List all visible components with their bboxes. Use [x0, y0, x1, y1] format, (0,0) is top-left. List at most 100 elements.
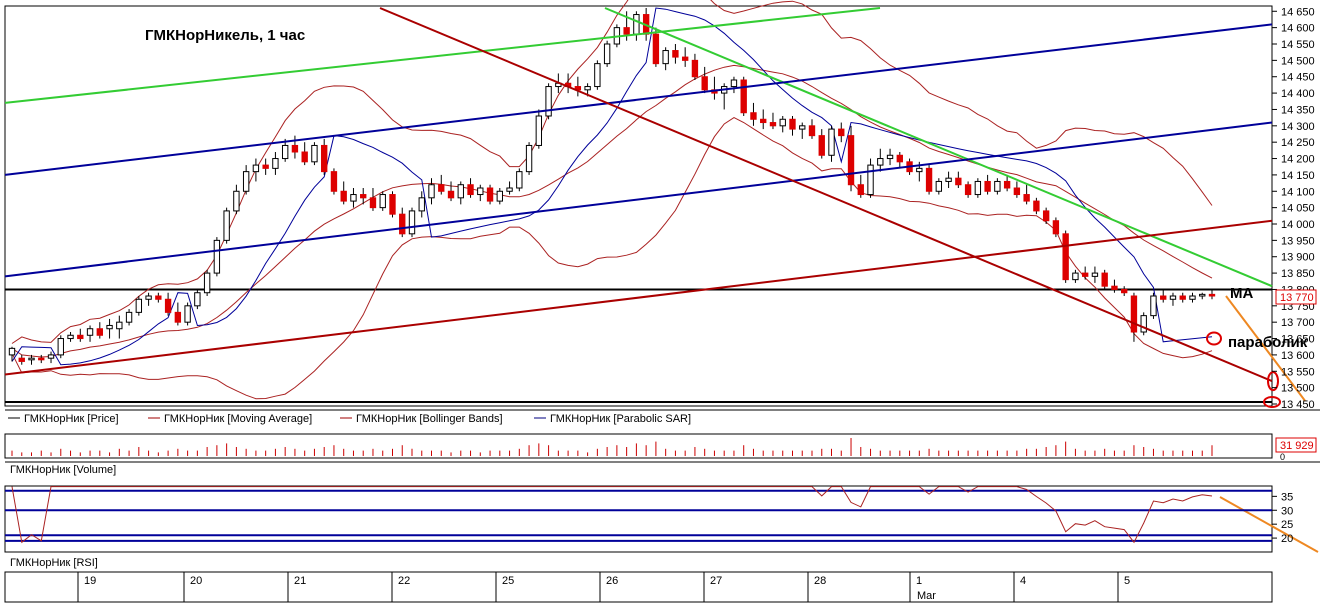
candle-body: [896, 154, 903, 163]
candle-body: [1179, 295, 1186, 300]
candle-body: [457, 184, 464, 199]
candle-body: [447, 190, 455, 199]
candle-body: [67, 334, 74, 340]
candle-body: [828, 128, 835, 156]
y-tick-label: 13 500: [1281, 383, 1315, 395]
y-tick-label: 14 650: [1281, 6, 1315, 18]
candle-body: [886, 154, 894, 160]
candle-body: [145, 295, 152, 300]
candle-body: [125, 311, 133, 323]
candle-body: [1052, 220, 1060, 235]
candle-body: [867, 164, 874, 196]
candle-body: [1023, 194, 1030, 202]
rsi-label: ГМКНорНик [RSI]: [10, 557, 98, 569]
candle-body: [116, 321, 123, 330]
y-tick-label: 14 000: [1281, 219, 1315, 231]
volume-panel: [11, 438, 1213, 456]
y-tick-label: 14 550: [1281, 39, 1315, 51]
y-tick-label: 14 350: [1281, 104, 1315, 116]
y-tick-label: 13 700: [1281, 317, 1315, 329]
chart: 14 65014 60014 55014 50014 45014 40014 3…: [4, 0, 1320, 603]
candle-body: [321, 144, 328, 173]
candle-body: [1003, 180, 1011, 189]
candle-body: [1189, 295, 1196, 300]
candle-body: [272, 158, 279, 169]
last-price-value: 13 770: [1280, 292, 1314, 304]
ma-annotation: МА: [1230, 285, 1253, 302]
y-tick-label: 13 450: [1281, 399, 1315, 411]
bollinger-upper-line: [11, 0, 1213, 344]
candle-body: [28, 357, 35, 361]
candle-body: [838, 128, 845, 137]
candle-body: [506, 187, 513, 192]
month-label: Mar: [917, 590, 936, 602]
candle-body: [789, 118, 796, 130]
candle-body: [1081, 272, 1089, 277]
y-tick-label: 13 850: [1281, 268, 1315, 280]
candle-body: [408, 210, 416, 235]
candle-body: [418, 197, 425, 212]
candle-body: [594, 63, 601, 88]
candle-body: [360, 194, 367, 199]
candle-body: [350, 194, 357, 202]
candle-body: [194, 292, 201, 307]
candle-body: [955, 177, 962, 186]
candle-body: [1169, 295, 1177, 300]
candle-body: [1140, 315, 1147, 333]
legend-sar: ГМКНорНик [Parabolic SAR]: [550, 413, 691, 425]
candle-body: [1042, 210, 1050, 222]
candle-body: [984, 180, 991, 192]
moving-average-line: [11, 64, 1213, 358]
candle-body: [184, 305, 191, 323]
candle-body: [399, 213, 406, 235]
candle-body: [18, 357, 25, 362]
time-tick-label: 26: [606, 575, 618, 587]
candle-body: [603, 43, 611, 65]
candle-body: [652, 33, 660, 65]
y-tick-label: 14 050: [1281, 203, 1315, 215]
sar-highlight-circle: [1206, 331, 1222, 346]
candle-body: [1062, 233, 1069, 281]
legend-ma: ГМКНорНик [Moving Average]: [164, 413, 312, 425]
y-tick-label: 13 900: [1281, 252, 1315, 264]
candle-body: [525, 144, 533, 173]
green-descending-trendline: [604, 7, 1273, 288]
candle-body: [77, 334, 84, 340]
candle-body: [994, 180, 1001, 192]
candle-body: [281, 144, 289, 160]
candle-body: [242, 171, 250, 192]
candle-body: [808, 125, 816, 137]
rsi-tick-label: 30: [1281, 505, 1293, 517]
y-tick-label: 14 250: [1281, 137, 1315, 149]
volume-label: ГМКНорНик [Volume]: [10, 464, 116, 476]
y-tick-label: 14 600: [1281, 23, 1315, 35]
y-tick-label: 14 100: [1281, 186, 1315, 198]
candle-body: [223, 210, 230, 241]
y-tick-label: 14 200: [1281, 154, 1315, 166]
chart-title: ГМКНорНикель, 1 час: [145, 27, 305, 44]
candle-body: [584, 86, 591, 91]
candle-body: [369, 197, 377, 209]
time-tick-label: 21: [294, 575, 306, 587]
candle-body: [1199, 293, 1206, 297]
candle-body: [701, 76, 708, 91]
red-descending-line: [379, 7, 1273, 383]
parabolic-annotation: параболик: [1228, 334, 1308, 351]
time-axis: 19 20 21 22 25 26 27 28 1 4 5: [77, 572, 1130, 602]
candle-body: [681, 56, 689, 61]
y-tick-label: 14 450: [1281, 72, 1315, 84]
candle-body: [672, 50, 679, 58]
time-tick-label: 22: [398, 575, 410, 587]
candle-body: [740, 79, 747, 114]
candle-body: [311, 144, 318, 163]
candle-body: [857, 184, 864, 196]
legend-price: ГМКНорНик [Price]: [24, 413, 119, 425]
candle-body: [262, 164, 269, 169]
volume-last-value: 31 929: [1280, 440, 1314, 452]
time-tick-label: 20: [190, 575, 202, 587]
candle-body: [86, 328, 94, 336]
time-tick-label: 1: [916, 575, 922, 587]
candle-body: [96, 328, 103, 336]
candle-body: [486, 187, 494, 202]
rsi-tick-label: 35: [1281, 491, 1293, 503]
